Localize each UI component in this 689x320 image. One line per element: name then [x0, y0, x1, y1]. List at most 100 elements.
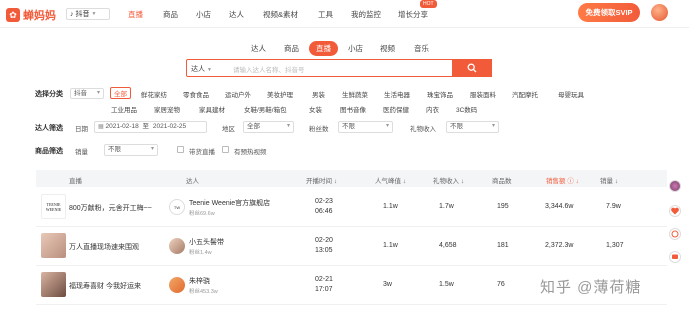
category-item[interactable]: 生活电器	[384, 89, 410, 99]
with-goods-checkbox[interactable]	[177, 146, 184, 153]
goods-count: 181	[497, 242, 509, 249]
side-service-icon[interactable]	[669, 228, 681, 240]
anchor-avatar	[169, 238, 185, 254]
anchor-name[interactable]: 朱梓骁	[189, 276, 210, 286]
anchor-name[interactable]: Teenie Weenie官方旗舰店	[189, 198, 270, 208]
col-sales[interactable]: 销售额 ⓘ ↓	[546, 175, 579, 185]
sales-value: 3,344.6w	[545, 203, 574, 210]
col-peak[interactable]: 人气峰值 ↓	[375, 175, 406, 185]
date-range-picker[interactable]: ▦ 2021-02-18 至 2021-02-25	[94, 121, 207, 133]
anchor-name[interactable]: 小五头髻带	[189, 237, 224, 247]
side-heart-icon[interactable]	[669, 205, 681, 217]
search-input[interactable]: 请输入达人名称、抖音号	[233, 64, 305, 74]
category-select[interactable]: 抖音 ▾	[70, 88, 104, 99]
category-item[interactable]: 运动户外	[225, 89, 251, 99]
col-start-time[interactable]: 开播时间 ↓	[306, 175, 337, 185]
logo[interactable]: ✿ 蝉妈妈	[6, 7, 56, 23]
anchor-filter-label: 达人筛选	[35, 125, 63, 132]
anchor-fans: 粉丝69.6w	[189, 211, 215, 217]
fans-label: 粉丝数	[309, 126, 329, 133]
category-item[interactable]: 工业用品	[111, 104, 137, 114]
live-thumbnail[interactable]	[41, 272, 66, 297]
logo-text: 蝉妈妈	[23, 10, 56, 22]
gift-label: 礼物收入	[410, 126, 436, 133]
live-title[interactable]: 万人直播现场速来围观	[69, 242, 139, 252]
peak-value: 1.1w	[383, 203, 398, 210]
vip-button[interactable]: 免费领取SVIP	[578, 3, 640, 22]
start-time: 06:46	[315, 208, 333, 215]
side-message-icon[interactable]	[669, 251, 681, 263]
calendar-icon: ▦	[98, 124, 104, 130]
search-icon	[467, 63, 477, 73]
table-row[interactable]: TEENIE WEENIE 800万献粉，元舍开工梅~~ TW Teenie W…	[36, 188, 667, 227]
category-all[interactable]: 全部	[110, 87, 131, 99]
col-volume[interactable]: 销量 ↓	[600, 175, 618, 185]
category-item[interactable]: 内衣	[426, 104, 439, 114]
tab-music[interactable]: 音乐	[414, 43, 429, 54]
search-bar: 达人 ▼ 请输入达人名称、抖音号	[186, 59, 492, 77]
anchor-fans: 粉丝453.3w	[189, 289, 218, 295]
table-row[interactable]: 万人直播现场速来围观 小五头髻带 粉丝1.4w 02-20 13:05 1.1w…	[36, 227, 667, 266]
tab-goods[interactable]: 商品	[284, 43, 299, 54]
nav-share[interactable]: 增长分享	[398, 9, 428, 20]
category-item[interactable]: 珠宝饰品	[427, 89, 453, 99]
category-item[interactable]: 家具建材	[199, 104, 225, 114]
category-item[interactable]: 女装	[309, 104, 322, 114]
side-avatar-icon[interactable]	[669, 180, 681, 192]
fans-select[interactable]: 不限 ▾	[338, 121, 393, 133]
live-title[interactable]: 福现寿喜财 今我好运来	[69, 281, 141, 291]
search-button[interactable]	[452, 59, 492, 77]
start-time: 13:05	[315, 247, 333, 254]
category-item[interactable]: 服装面料	[470, 89, 496, 99]
volume-value: 7.9w	[606, 203, 621, 210]
live-thumbnail[interactable]: TEENIE WEENIE	[41, 194, 66, 219]
with-preview-checkbox[interactable]	[222, 146, 229, 153]
tab-anchor[interactable]: 达人	[251, 43, 266, 54]
peak-value: 1.1w	[383, 242, 398, 249]
col-gift[interactable]: 礼物收入 ↓	[433, 175, 464, 185]
nav-anchor[interactable]: 达人	[229, 9, 244, 20]
category-label: 选择分类	[35, 91, 63, 98]
info-icon: ⓘ	[567, 178, 574, 185]
sales-select[interactable]: 不限 ▾	[104, 144, 158, 156]
user-avatar[interactable]	[651, 4, 668, 21]
region-select[interactable]: 全部 ▾	[243, 121, 294, 133]
category-item[interactable]: 生鲜蔬菜	[342, 89, 368, 99]
gift-value: 1.5w	[439, 281, 454, 288]
category-item[interactable]: 母婴玩具	[558, 89, 584, 99]
sort-icon: ↓	[402, 178, 407, 185]
category-item[interactable]: 图书音像	[340, 104, 366, 114]
volume-value: 1,307	[606, 242, 624, 249]
category-item[interactable]: 家居宠物	[154, 104, 180, 114]
sort-icon: ↓	[575, 178, 579, 185]
category-item[interactable]: 汽配摩托	[512, 89, 538, 99]
hot-badge: HOT	[420, 0, 437, 8]
nav-monitor[interactable]: 我的监控	[351, 9, 381, 20]
category-item[interactable]: 男装	[312, 89, 325, 99]
table-header: 直播 达人 开播时间 ↓ 人气峰值 ↓ 礼物收入 ↓ 商品数 销售额 ⓘ ↓ 销…	[36, 170, 667, 187]
category-item[interactable]: 3C数码	[456, 104, 477, 114]
nav-tools[interactable]: 工具	[318, 9, 333, 20]
category-item[interactable]: 女鞋/男鞋/箱包	[244, 104, 287, 114]
category-item[interactable]: 零食食品	[183, 89, 209, 99]
nav-goods[interactable]: 商品	[163, 9, 178, 20]
live-title[interactable]: 800万献粉，元舍开工梅~~	[69, 203, 152, 213]
tab-video[interactable]: 视频	[380, 43, 395, 54]
platform-select[interactable]: ♪ 抖音 ▼	[66, 8, 110, 20]
nav-live[interactable]: 直播	[128, 9, 143, 20]
anchor-avatar: TW	[169, 199, 185, 215]
anchor-avatar	[169, 277, 185, 293]
category-item[interactable]: 美妆护理	[267, 89, 293, 99]
category-item[interactable]: 鲜花家纺	[141, 89, 167, 99]
tab-live[interactable]: 直播	[309, 41, 338, 56]
gift-select[interactable]: 不限 ▾	[446, 121, 499, 133]
category-item[interactable]: 医药保健	[383, 104, 409, 114]
search-type-select[interactable]: 达人 ▼	[191, 64, 212, 74]
live-thumbnail[interactable]	[41, 233, 66, 258]
col-live: 直播	[69, 178, 82, 185]
sort-icon: ↓	[614, 178, 619, 185]
nav-video[interactable]: 视频&素材	[263, 9, 298, 20]
nav-shop[interactable]: 小店	[196, 9, 211, 20]
tab-shop[interactable]: 小店	[348, 43, 363, 54]
logo-icon: ✿	[6, 8, 20, 22]
